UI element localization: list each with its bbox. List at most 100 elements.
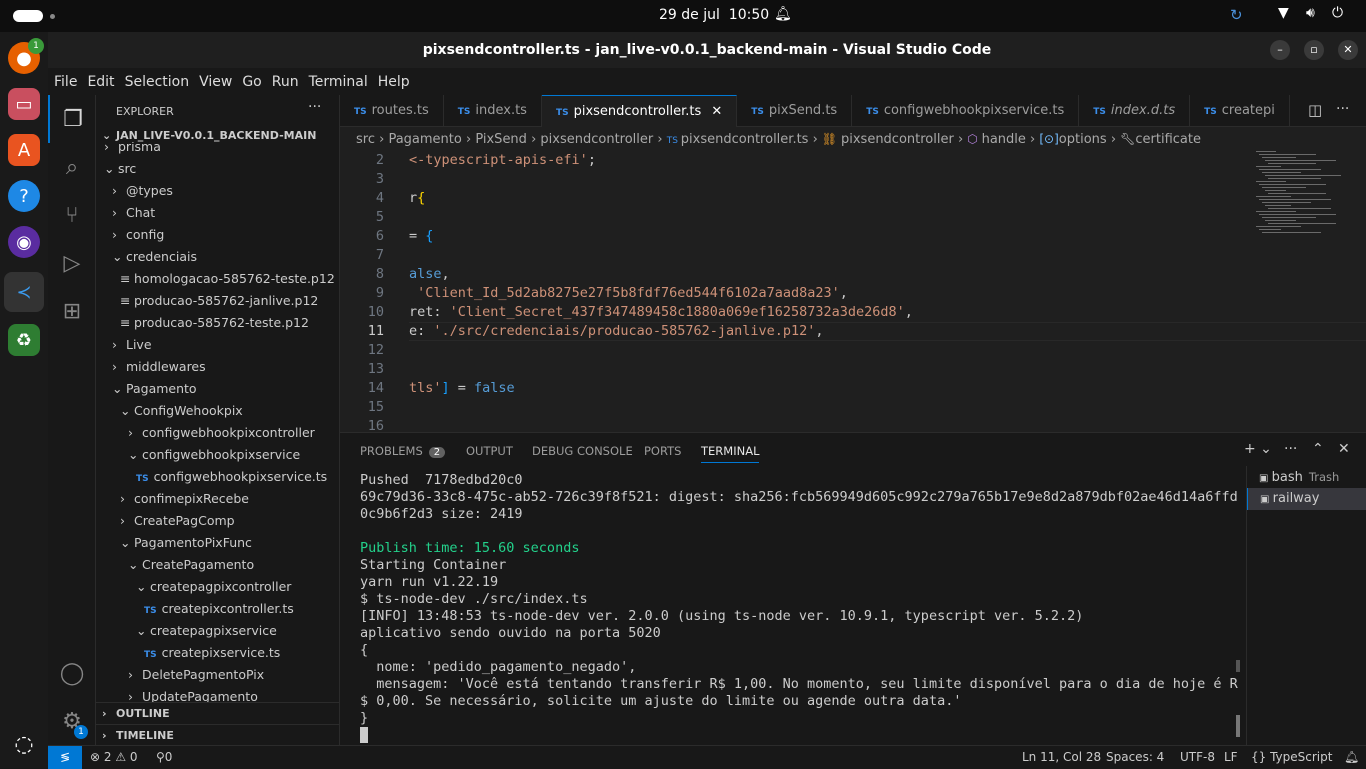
panel-tab-ports[interactable]: PORTS <box>644 444 681 458</box>
panel-more-icon[interactable]: ··· <box>1284 441 1297 457</box>
explorer-icon[interactable]: ❐ <box>48 95 96 143</box>
workspace-dot[interactable] <box>50 14 55 19</box>
terminal-session-bash[interactable]: ▣ bash Trash <box>1247 466 1366 488</box>
tab-more-icon[interactable]: ··· <box>1336 101 1349 117</box>
terminal-scrollbar[interactable] <box>1236 660 1240 672</box>
terminal[interactable]: Pushed 7178edbd20c0 69c79d36-33c8-475c-ab… <box>340 466 1246 745</box>
ports-status[interactable]: ⚲0 <box>156 746 172 768</box>
workspace-indicator[interactable] <box>13 10 43 22</box>
tree-item[interactable]: ⌄ createpagpixservice <box>136 620 277 642</box>
tab-createpi[interactable]: TS createpi <box>1190 95 1290 127</box>
menu-view[interactable]: View <box>199 74 232 90</box>
problems-status[interactable]: ⊗ 2 ⚠ 0 <box>90 746 138 768</box>
power-icon[interactable]: ⏻ <box>1332 5 1343 21</box>
menu-terminal[interactable]: Terminal <box>309 74 368 90</box>
app-center-icon[interactable]: A <box>8 134 40 166</box>
menu-go[interactable]: Go <box>242 74 261 90</box>
menu-selection[interactable]: Selection <box>125 74 190 90</box>
maximize-panel-icon[interactable]: ⌃ <box>1312 441 1324 457</box>
new-terminal-icon[interactable]: + ⌄ <box>1244 441 1272 457</box>
tab-pixSend-ts[interactable]: TS pixSend.ts <box>737 95 853 127</box>
tab-index-ts[interactable]: TS index.ts <box>444 95 542 127</box>
close-panel-icon[interactable]: ✕ <box>1338 441 1350 457</box>
tree-item[interactable]: ≡ homologacao-585762-teste.p12 <box>120 268 335 290</box>
menu-help[interactable]: Help <box>378 74 410 90</box>
tree-item[interactable]: › configwebhookpixcontroller <box>128 422 315 444</box>
split-editor-icon[interactable]: ◫ <box>1308 101 1322 119</box>
kill-terminal-button[interactable]: Trash <box>1309 470 1339 484</box>
timeline-section[interactable]: › TIMELINE <box>96 724 339 745</box>
breadcrumb-item[interactable]: pixsendcontroller.ts <box>681 132 809 147</box>
language-mode[interactable]: {} TypeScript <box>1251 746 1332 768</box>
breadcrumb-item[interactable]: PixSend <box>475 132 527 147</box>
tree-item[interactable]: ⌄ PagamentoPixFunc <box>120 532 252 554</box>
breadcrumb-item[interactable]: options <box>1059 132 1107 147</box>
indentation[interactable]: Spaces: 4 <box>1106 746 1164 768</box>
encoding[interactable]: UTF-8 <box>1180 746 1215 768</box>
tab-configwebhookpixservice-ts[interactable]: TS configwebhookpixservice.ts <box>852 95 1080 127</box>
tree-item[interactable]: ⌄ CreatePagamento <box>128 554 254 576</box>
tree-item[interactable]: › @types <box>112 180 173 202</box>
tree-item[interactable]: ⌄ createpagpixcontroller <box>136 576 291 598</box>
terminal-scrollbar-thumb[interactable] <box>1236 715 1240 737</box>
screenshot-icon[interactable]: ◉ <box>8 226 40 258</box>
tree-item[interactable]: › CreatePagComp <box>120 510 235 532</box>
tab-index-d-ts[interactable]: TS index.d.ts <box>1079 95 1191 127</box>
outline-section[interactable]: › OUTLINE <box>96 702 339 724</box>
files-icon[interactable]: ▭ <box>8 88 40 120</box>
terminal-session-railway[interactable]: ▣ railway <box>1247 488 1366 510</box>
firefox-icon[interactable]: ● 1 <box>8 38 44 74</box>
account-icon[interactable]: ◯ <box>48 649 96 697</box>
tree-item[interactable]: TS configwebhookpixservice.ts <box>136 466 327 488</box>
panel-tab-output[interactable]: OUTPUT <box>466 444 513 458</box>
breadcrumb-item[interactable]: handle <box>982 132 1026 147</box>
tree-item[interactable]: › middlewares <box>112 356 206 378</box>
breadcrumb-item[interactable]: pixsendcontroller <box>540 132 653 147</box>
menu-run[interactable]: Run <box>272 74 299 90</box>
minimize-button[interactable]: – <box>1270 40 1290 60</box>
tab-pixsendcontroller-ts[interactable]: TS pixsendcontroller.ts ✕ <box>541 95 738 127</box>
run-debug-icon[interactable]: ▷ <box>48 239 96 287</box>
breadcrumb-item[interactable]: certificate <box>1135 132 1201 147</box>
menu-edit[interactable]: Edit <box>87 74 114 90</box>
notifications-bell-icon[interactable]: 🔔︎ <box>1344 746 1359 768</box>
wifi-icon[interactable]: ▼ <box>1278 5 1289 21</box>
remote-icon[interactable]: ≶ <box>48 746 82 769</box>
cursor-position[interactable]: Ln 11, Col 28 <box>1022 746 1101 768</box>
breadcrumb-item[interactable]: Pagamento <box>388 132 461 147</box>
panel-tab-debug-console[interactable]: DEBUG CONSOLE <box>532 444 633 458</box>
tree-item[interactable]: › prisma <box>104 142 161 158</box>
tree-item[interactable]: TS createpixcontroller.ts <box>144 598 294 620</box>
menu-file[interactable]: File <box>54 74 77 90</box>
panel-tab-terminal[interactable]: TERMINAL <box>701 444 760 463</box>
close-tab-icon[interactable]: ✕ <box>707 104 722 119</box>
tree-item[interactable]: › Chat <box>112 202 155 224</box>
line-ending[interactable]: LF <box>1224 746 1238 768</box>
code-editor[interactable]: 2 <-typescript-apis-efi'; 3 4 r{5 6 = {7 8 alse,… <box>340 151 1366 432</box>
refresh-icon[interactable]: ↻ <box>1230 6 1243 24</box>
clock[interactable]: 29 de jul 10:50 <box>659 7 769 23</box>
show-apps-icon[interactable]: ◌ <box>8 728 40 760</box>
breadcrumb-item[interactable]: pixsendcontroller <box>841 132 954 147</box>
close-button[interactable]: ✕ <box>1338 40 1358 60</box>
bell-icon[interactable]: 🔔︎ <box>774 6 792 22</box>
tree-item[interactable]: › confimepixRecebe <box>120 488 249 510</box>
tree-item[interactable]: ≡ producao-585762-janlive.p12 <box>120 290 318 312</box>
more-actions-icon[interactable]: ··· <box>308 99 321 115</box>
tree-item[interactable]: › DeletePagmentoPix <box>128 664 264 686</box>
tree-item[interactable]: › config <box>112 224 164 246</box>
settings-gear-icon[interactable]: ⚙ 1 <box>48 697 96 745</box>
panel-tab-problems[interactable]: PROBLEMS 2 <box>360 444 446 458</box>
tree-item[interactable]: › UpdatePagamento <box>128 686 258 702</box>
tree-item[interactable]: TS createpixservice.ts <box>144 642 280 664</box>
tree-item[interactable]: ⌄ src <box>104 158 136 180</box>
trash-icon[interactable]: ♻ <box>8 324 40 356</box>
tab-routes-ts[interactable]: TS routes.ts <box>340 95 444 127</box>
extensions-icon[interactable]: ⊞ <box>48 287 96 335</box>
workspace-root[interactable]: ⌄ JAN_LIVE-V0.0.1_BACKEND-MAIN <box>102 129 316 142</box>
vscode-icon[interactable]: ≺ <box>4 272 44 312</box>
volume-icon[interactable]: 🔊︎ <box>1306 5 1315 21</box>
breadcrumb-item[interactable]: src <box>356 132 375 147</box>
search-icon[interactable]: ⌕ <box>48 143 96 191</box>
tree-item[interactable]: ⌄ configwebhookpixservice <box>128 444 300 466</box>
